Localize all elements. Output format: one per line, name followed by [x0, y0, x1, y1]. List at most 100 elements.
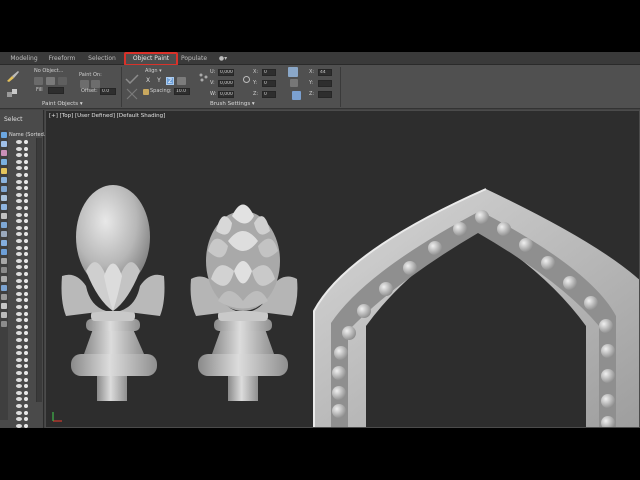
filter-icon[interactable] [1, 132, 7, 138]
v-field[interactable]: 0,000 [218, 80, 234, 87]
align-dropdown[interactable]: Align ▾ [145, 68, 162, 75]
tab-options-dropdown[interactable]: ●▾ [214, 53, 232, 65]
freeze-dot-icon[interactable] [24, 173, 28, 177]
visibility-eye-icon[interactable] [16, 410, 22, 415]
visibility-eye-icon[interactable] [16, 140, 22, 144]
fill-count-field[interactable] [48, 87, 64, 94]
align-z-button[interactable]: Z [166, 77, 174, 85]
freeze-dot-icon[interactable] [24, 311, 28, 316]
visibility-eye-icon[interactable] [16, 338, 22, 342]
cameras-icon[interactable] [1, 177, 7, 183]
visibility-eye-icon[interactable] [16, 278, 22, 283]
visibility-eye-icon[interactable] [16, 225, 22, 230]
sync-icon[interactable] [1, 285, 7, 291]
lights-icon[interactable] [1, 168, 7, 174]
freeze-dot-icon[interactable] [24, 331, 28, 336]
freeze-dot-icon[interactable] [24, 285, 28, 290]
shapes-icon[interactable] [1, 159, 7, 165]
brush-settings-group-title[interactable]: Brush Settings ▾ [210, 101, 255, 108]
bones-icon[interactable] [1, 222, 7, 228]
freeze-dot-icon[interactable] [24, 225, 28, 230]
visibility-eye-icon[interactable] [16, 252, 22, 257]
visibility-eye-icon[interactable] [16, 272, 22, 276]
visibility-eye-icon[interactable] [16, 331, 22, 336]
scale-lock-icon[interactable] [288, 67, 298, 77]
freeze-dot-icon[interactable] [24, 179, 28, 184]
collapse-icon[interactable] [1, 294, 7, 300]
freeze-dot-icon[interactable] [24, 357, 28, 362]
align-y-button[interactable]: Y [155, 77, 163, 85]
scatter-icon[interactable] [198, 68, 210, 82]
visibility-eye-icon[interactable] [16, 285, 22, 290]
freeze-dot-icon[interactable] [24, 377, 28, 382]
freeze-dot-icon[interactable] [24, 278, 28, 283]
visibility-eye-icon[interactable] [16, 344, 22, 349]
visibility-eye-icon[interactable] [16, 179, 22, 184]
visibility-eye-icon[interactable] [16, 192, 22, 197]
paint-on-surface-icon[interactable] [91, 80, 100, 88]
freeze-dot-icon[interactable] [24, 272, 28, 276]
scale-uniform-icon[interactable] [290, 79, 298, 87]
freeze-dot-icon[interactable] [24, 324, 28, 329]
visibility-eye-icon[interactable] [16, 384, 22, 389]
visibility-eye-icon[interactable] [16, 166, 22, 171]
pick-objects-icon[interactable] [6, 83, 18, 97]
freeze-dot-icon[interactable] [24, 344, 28, 349]
offset-field[interactable]: 0.0 [100, 88, 116, 95]
visibility-eye-icon[interactable] [16, 397, 22, 402]
u-field[interactable]: 0,000 [218, 69, 234, 76]
visibility-eye-icon[interactable] [16, 159, 22, 164]
visibility-eye-icon[interactable] [16, 239, 22, 243]
visibility-eye-icon[interactable] [16, 311, 22, 316]
freeze-dot-icon[interactable] [24, 186, 28, 191]
freeze-dot-icon[interactable] [24, 384, 28, 389]
groups-icon[interactable] [1, 204, 7, 210]
freeze-dot-icon[interactable] [24, 219, 28, 224]
flip-axis-icon[interactable] [177, 77, 186, 85]
layer-icon[interactable] [1, 321, 7, 327]
freeze-dot-icon[interactable] [24, 239, 28, 243]
visibility-eye-icon[interactable] [16, 212, 22, 217]
visibility-eye-icon[interactable] [16, 357, 22, 362]
containers-icon[interactable] [1, 231, 7, 237]
freeze-dot-icon[interactable] [24, 404, 28, 408]
visibility-eye-icon[interactable] [16, 377, 22, 382]
visibility-eye-icon[interactable] [16, 417, 22, 422]
explorer-select-menu[interactable]: Select [4, 116, 23, 123]
invert-icon[interactable] [1, 276, 7, 282]
visibility-eye-icon[interactable] [16, 245, 22, 250]
visibility-eye-icon[interactable] [16, 186, 22, 191]
freeze-dot-icon[interactable] [24, 206, 28, 210]
object-list-icon[interactable] [34, 77, 43, 85]
frozen-icon[interactable] [1, 240, 7, 246]
freeze-dot-icon[interactable] [24, 265, 28, 270]
freeze-dot-icon[interactable] [24, 159, 28, 164]
funnel-icon[interactable] [1, 312, 7, 318]
spacing-field[interactable]: 10.0 [174, 88, 190, 95]
freeze-dot-icon[interactable] [24, 199, 28, 204]
freeze-dot-icon[interactable] [24, 390, 28, 395]
spacewarps-icon[interactable] [1, 195, 7, 201]
tab-freeform[interactable]: Freeform [44, 53, 80, 65]
visibility-eye-icon[interactable] [16, 153, 22, 158]
expand-icon[interactable] [1, 303, 7, 309]
visibility-eye-icon[interactable] [16, 258, 22, 263]
all-icon[interactable] [1, 258, 7, 264]
w-field[interactable]: 0,000 [218, 91, 234, 98]
checkmark-icon[interactable] [125, 69, 139, 85]
explorer-vertical-scrollbar[interactable] [36, 138, 42, 402]
xrefs-icon[interactable] [1, 213, 7, 219]
freeze-dot-icon[interactable] [24, 153, 28, 158]
paint-brush-icon[interactable] [6, 67, 20, 82]
freeze-dot-icon[interactable] [24, 351, 28, 356]
list-item[interactable] [16, 417, 42, 422]
viewport-top[interactable]: [+] [Top] [User Defined] [Default Shadin… [45, 110, 640, 428]
visibility-eye-icon[interactable] [16, 265, 22, 270]
freeze-dot-icon[interactable] [24, 146, 28, 151]
visibility-eye-icon[interactable] [16, 305, 22, 309]
freeze-dot-icon[interactable] [24, 245, 28, 250]
tab-selection[interactable]: Selection [84, 53, 120, 65]
scale-random-icon[interactable] [292, 91, 301, 100]
rotate-x-field[interactable]: 0 [262, 69, 276, 76]
freeze-dot-icon[interactable] [24, 140, 28, 144]
